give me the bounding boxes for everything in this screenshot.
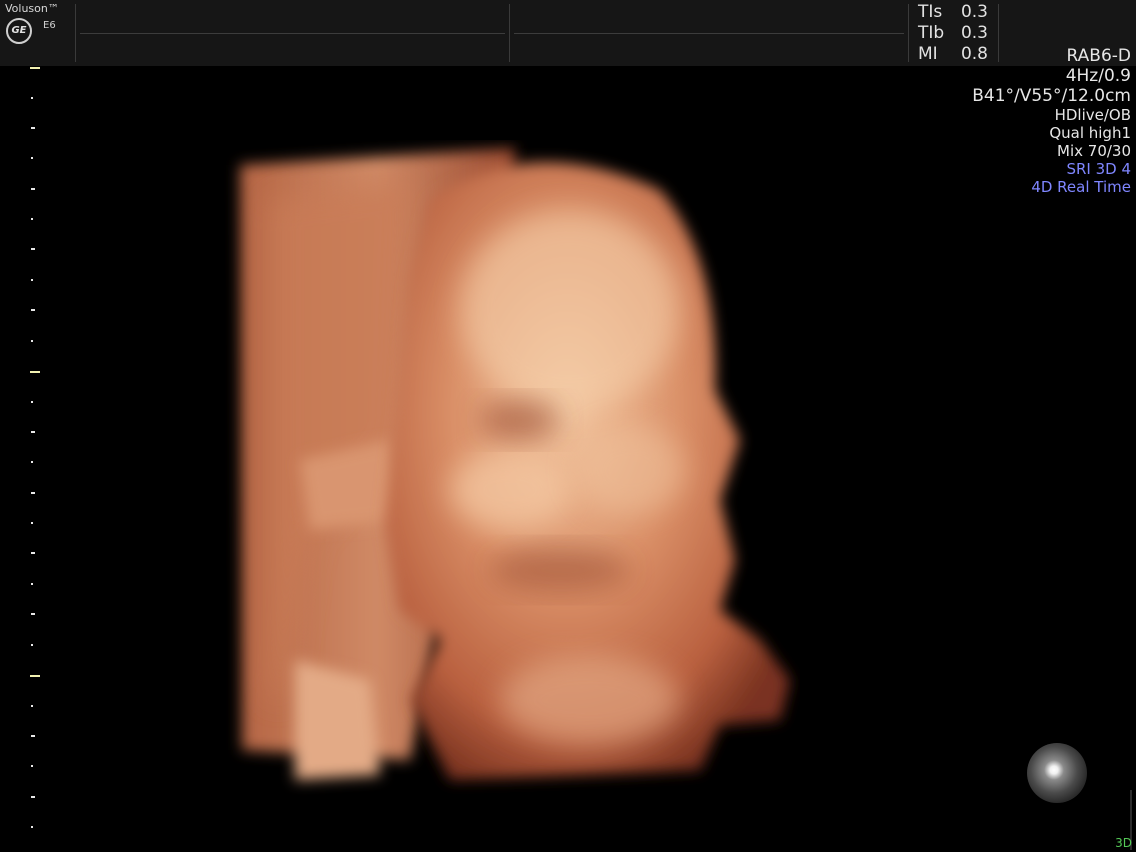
scale-tick (31, 583, 33, 585)
scale-tick (31, 796, 35, 798)
safety-value: 0.3 (960, 23, 988, 43)
cheek-highlight (575, 425, 685, 515)
scale-tick (31, 188, 35, 190)
frequency-readout: 4Hz/0.9 (1065, 66, 1131, 86)
imaging-parameters: RAB6-D 4Hz/0.9 B41°/V55°/12.0cm HDlive/O… (972, 46, 1131, 196)
fetal-3d-render[interactable] (200, 140, 800, 800)
scale-tick-major (30, 371, 40, 373)
safety-row-tis: TIs 0.3 (918, 2, 988, 23)
header-field-line (80, 33, 505, 34)
safety-row-tib: TIb 0.3 (918, 23, 988, 44)
safety-label: TIs (918, 2, 943, 22)
eye-shadow (480, 400, 560, 440)
cheek-highlight (450, 450, 570, 530)
scale-tick (31, 309, 35, 311)
safety-label: MI (918, 44, 938, 64)
scale-tick (31, 705, 33, 707)
mouth-shadow (490, 548, 630, 592)
model-name: E6 (43, 20, 56, 31)
scale-tick (31, 340, 33, 342)
scale-tick-major (30, 67, 40, 69)
quality-readout: Qual high1 (1049, 124, 1131, 142)
render-mode-label: 3D (1115, 836, 1132, 850)
scale-tick (31, 644, 33, 646)
scale-tick (31, 401, 33, 403)
header-divider (509, 4, 510, 62)
safety-label: TIb (918, 23, 945, 43)
safety-value: 0.3 (960, 2, 988, 22)
scale-tick (31, 157, 33, 159)
scale-tick (31, 248, 35, 250)
scale-tick (31, 127, 35, 129)
scale-tick (31, 218, 33, 220)
angle-depth-readout: B41°/V55°/12.0cm (972, 86, 1131, 106)
scale-tick (31, 461, 33, 463)
scale-tick (31, 279, 33, 281)
scale-tick (31, 826, 33, 828)
brand-name: Voluson™ (5, 2, 59, 15)
scale-tick-major (30, 675, 40, 677)
mix-readout: Mix 70/30 (1057, 142, 1131, 160)
header-divider (908, 4, 909, 62)
header-field-line (514, 33, 904, 34)
scale-tick (31, 552, 35, 554)
ge-logo-icon: GE (6, 18, 32, 44)
preset-readout: HDlive/OB (1054, 106, 1131, 124)
scale-tick (31, 431, 35, 433)
depth-scale (0, 60, 45, 840)
scale-tick (31, 765, 33, 767)
sri-readout: SRI 3D 4 (1066, 160, 1131, 178)
scale-tick (31, 97, 33, 99)
scale-tick (31, 522, 33, 524)
probe-name: RAB6-D (1066, 46, 1131, 66)
forehead-highlight (460, 210, 680, 410)
scale-tick (31, 492, 35, 494)
scale-tick (31, 613, 35, 615)
header-divider (75, 4, 76, 62)
render-light-source-icon[interactable] (1026, 742, 1088, 804)
scale-tick (31, 735, 35, 737)
arm-highlight (500, 655, 680, 745)
mode-readout: 4D Real Time (1031, 178, 1131, 196)
